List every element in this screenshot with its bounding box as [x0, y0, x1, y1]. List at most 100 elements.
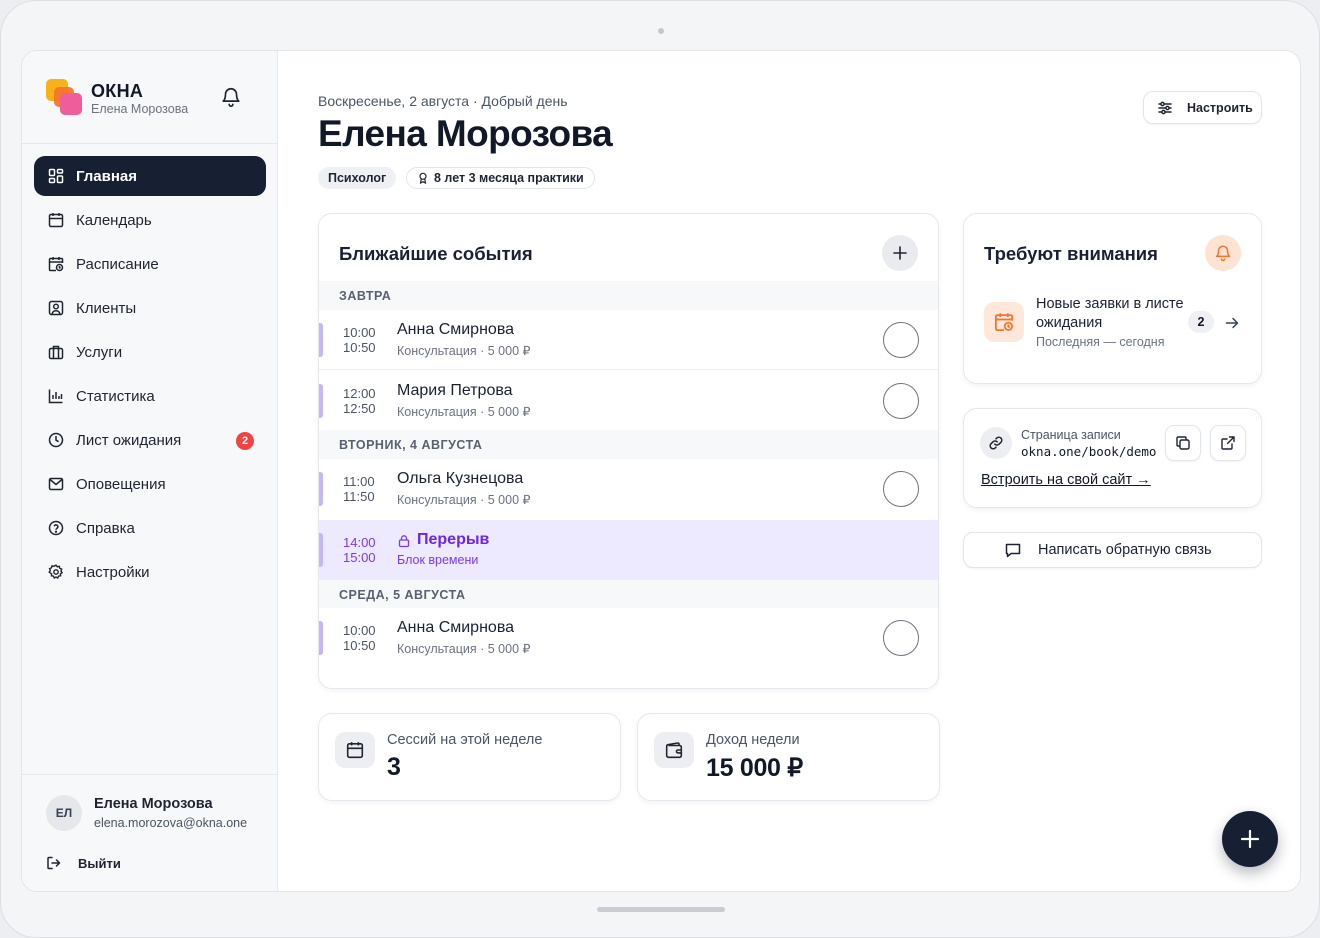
waitlist-count-badge: 2: [236, 432, 254, 450]
sidebar-item-label: Лист ожидания: [76, 431, 182, 449]
sidebar-item-label: Услуги: [76, 343, 123, 361]
feedback-button[interactable]: Написать обратную связь: [963, 532, 1262, 568]
sidebar-item-label: Календарь: [76, 211, 152, 229]
event-end-time: 15:00: [343, 550, 376, 565]
user-email: elena.morozova@okna.one: [94, 816, 248, 830]
event-end-time: 12:50: [343, 401, 376, 416]
sidebar-item-settings[interactable]: Настройки: [34, 552, 266, 592]
sidebar-divider: [22, 143, 278, 144]
event-row[interactable]: 10:00 10:50 Анна Смирнова Консультация ·…: [319, 310, 938, 370]
event-start-time: 12:00: [343, 386, 376, 401]
event-accent-bar: [319, 323, 323, 357]
event-details: Консультация · 5 000 ₽: [397, 642, 531, 656]
experience-chip: 8 лет 3 месяца практики: [406, 167, 595, 189]
sidebar-item-schedule[interactable]: Расписание: [34, 244, 266, 284]
configure-button[interactable]: Настроить: [1143, 91, 1262, 124]
day-header: ЗАВТРА: [319, 281, 938, 310]
plus-icon: [893, 246, 907, 260]
event-complete-checkbox[interactable]: [883, 620, 919, 656]
plus-icon: [1240, 829, 1260, 849]
sidebar-item-stats[interactable]: Статистика: [34, 376, 266, 416]
event-client-name: Анна Смирнова: [397, 321, 515, 338]
sidebar-item-home[interactable]: Главная: [34, 156, 266, 196]
booking-label: Страница записи: [1021, 428, 1121, 442]
wallet-icon: [654, 732, 694, 768]
sliders-icon: [1158, 101, 1172, 114]
help-icon: [48, 520, 64, 536]
lock-icon: [398, 535, 410, 548]
break-block-row[interactable]: 14:00 15:00 Перерыв Блок времени: [319, 520, 938, 580]
event-start-time: 10:00: [343, 623, 376, 638]
attention-card: Требуют внимания Новые заявки в листе ож…: [963, 213, 1262, 384]
sidebar: ОКНА Елена Морозова Главная Календарь Ра…: [22, 51, 278, 891]
event-row[interactable]: 10:00 10:50 Анна Смирнова Консультация ·…: [319, 608, 938, 668]
event-details: Консультация · 5 000 ₽: [397, 405, 531, 419]
sidebar-item-notifications[interactable]: Оповещения: [34, 464, 266, 504]
link-icon: [980, 427, 1012, 459]
mail-icon: [48, 477, 64, 491]
booking-page-card: Страница записи okna.one/book/demo Встро…: [963, 408, 1262, 508]
waitlist-item-subtitle: Последняя — сегодня: [1036, 335, 1165, 349]
embed-link[interactable]: Встроить на свой сайт →: [981, 472, 1151, 488]
sidebar-item-label: Главная: [76, 167, 138, 185]
event-accent-bar: [319, 384, 323, 418]
sidebar-item-label: Справка: [76, 519, 135, 537]
sidebar-item-label: Оповещения: [76, 475, 166, 493]
sidebar-item-help[interactable]: Справка: [34, 508, 266, 548]
event-end-time: 10:50: [343, 340, 376, 355]
sidebar-item-clients[interactable]: Клиенты: [34, 288, 266, 328]
waitlist-item-title[interactable]: Новые заявки в листе ожидания: [1036, 295, 1186, 333]
sidebar-item-waitlist[interactable]: Лист ожидания 2: [34, 420, 266, 460]
gear-icon: [48, 564, 64, 579]
page-title: Елена Морозова: [318, 113, 613, 154]
clients-icon: [48, 300, 64, 316]
event-complete-checkbox[interactable]: [883, 471, 919, 507]
dashboard-icon: [48, 168, 64, 184]
event-start-time: 11:00: [343, 474, 375, 489]
event-client-name: Мария Петрова: [397, 382, 513, 399]
event-complete-checkbox[interactable]: [883, 322, 919, 358]
event-start-time: 10:00: [343, 325, 376, 340]
message-icon: [1005, 543, 1021, 558]
logout-button[interactable]: Выйти: [46, 852, 121, 874]
camera-dot: [658, 28, 664, 34]
calendar-icon: [48, 213, 64, 228]
event-row[interactable]: 11:00 11:50 Ольга Кузнецова Консультация…: [319, 459, 938, 519]
add-fab-button[interactable]: [1222, 811, 1278, 867]
event-complete-checkbox[interactable]: [883, 383, 919, 419]
brand-logo: [46, 79, 82, 117]
add-event-button[interactable]: [882, 235, 918, 271]
sessions-value: 3: [387, 753, 401, 781]
day-header: ВТОРНИК, 4 АВГУСТА: [319, 430, 938, 459]
app-screen: ОКНА Елена Морозова Главная Календарь Ра…: [21, 50, 1301, 892]
event-client-name: Анна Смирнова: [397, 619, 515, 636]
sidebar-divider: [22, 774, 278, 775]
brand-name: ОКНА: [91, 81, 144, 101]
sidebar-item-services[interactable]: Услуги: [34, 332, 266, 372]
experience-label: 8 лет 3 месяца практики: [434, 171, 584, 185]
bell-icon[interactable]: [220, 85, 242, 109]
sidebar-item-label: Статистика: [76, 387, 155, 405]
event-details: Консультация · 5 000 ₽: [397, 493, 531, 507]
income-label: Доход недели: [706, 732, 800, 748]
sidebar-nav: Главная Календарь Расписание Клиенты Усл…: [34, 156, 266, 596]
sidebar-item-calendar[interactable]: Календарь: [34, 200, 266, 240]
clock-icon: [48, 432, 64, 448]
feedback-label: Написать обратную связь: [1038, 542, 1212, 558]
award-icon: [419, 172, 427, 184]
attention-title: Требуют внимания: [984, 243, 1158, 264]
open-link-button[interactable]: [1210, 425, 1246, 461]
calendar-icon: [335, 732, 375, 768]
arrow-right-icon[interactable]: [1224, 315, 1240, 331]
break-details: Блок времени: [397, 553, 479, 567]
event-end-time: 11:50: [343, 489, 375, 504]
avatar: ЕЛ: [46, 795, 82, 831]
chart-icon: [48, 389, 63, 404]
event-details: Консультация · 5 000 ₽: [397, 344, 531, 358]
sessions-label: Сессий на этой неделе: [387, 732, 543, 748]
event-client-name: Ольга Кузнецова: [397, 470, 524, 487]
copy-link-button[interactable]: [1165, 425, 1201, 461]
copy-icon: [1176, 436, 1190, 450]
event-accent-bar: [319, 533, 323, 567]
event-row[interactable]: 12:00 12:50 Мария Петрова Консультация ·…: [319, 371, 938, 431]
